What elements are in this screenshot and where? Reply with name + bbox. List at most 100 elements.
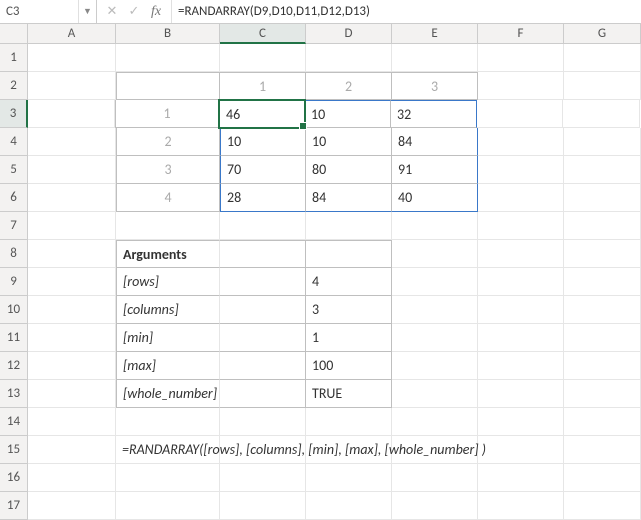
cell[interactable] bbox=[28, 324, 116, 352]
col-header-d[interactable]: D bbox=[306, 24, 392, 43]
cell[interactable]: 84 bbox=[392, 128, 478, 156]
table-row-header[interactable]: 2 bbox=[116, 128, 220, 156]
col-header-e[interactable]: E bbox=[392, 24, 478, 43]
fx-icon[interactable]: fx bbox=[145, 0, 167, 23]
cell[interactable] bbox=[306, 212, 392, 240]
cell[interactable]: 84 bbox=[306, 184, 392, 212]
cell[interactable] bbox=[220, 492, 306, 520]
cell[interactable] bbox=[564, 436, 641, 464]
cell[interactable] bbox=[392, 296, 478, 324]
cell[interactable] bbox=[28, 436, 116, 464]
col-header-f[interactable]: F bbox=[478, 24, 564, 43]
row-header[interactable]: 14 bbox=[0, 408, 28, 436]
cell[interactable]: 10 bbox=[305, 100, 391, 128]
cell[interactable]: 28 bbox=[220, 184, 306, 212]
name-box[interactable]: C3 bbox=[0, 0, 78, 23]
cell[interactable] bbox=[220, 296, 306, 324]
cell[interactable] bbox=[28, 156, 116, 184]
col-header-c[interactable]: C bbox=[220, 24, 306, 44]
cell[interactable] bbox=[116, 464, 220, 492]
cell[interactable] bbox=[564, 72, 641, 100]
cell[interactable] bbox=[392, 268, 478, 296]
cell[interactable] bbox=[220, 212, 306, 240]
table-col-header[interactable]: 2 bbox=[306, 72, 392, 100]
table-col-header[interactable]: 3 bbox=[392, 72, 478, 100]
cell[interactable] bbox=[28, 44, 116, 72]
row-header[interactable]: 8 bbox=[0, 240, 28, 268]
cell[interactable]: 10 bbox=[306, 128, 392, 156]
cell[interactable] bbox=[28, 268, 116, 296]
cell[interactable] bbox=[392, 44, 478, 72]
cell[interactable] bbox=[564, 184, 641, 212]
enter-icon[interactable]: ✓ bbox=[123, 0, 145, 23]
cell[interactable] bbox=[564, 268, 641, 296]
cell[interactable] bbox=[28, 492, 116, 520]
cell[interactable]: 40 bbox=[392, 184, 478, 212]
name-box-dropdown-icon[interactable]: ▼ bbox=[78, 0, 96, 23]
cell[interactable] bbox=[28, 212, 116, 240]
row-header[interactable]: 10 bbox=[0, 296, 28, 324]
cell[interactable] bbox=[477, 100, 563, 128]
row-header[interactable]: 13 bbox=[0, 380, 28, 408]
cell[interactable] bbox=[392, 324, 478, 352]
table-col-header[interactable]: 1 bbox=[220, 72, 306, 100]
cell[interactable] bbox=[564, 156, 641, 184]
cell[interactable] bbox=[27, 100, 115, 128]
cell[interactable]: 80 bbox=[306, 156, 392, 184]
table-row-header[interactable]: 3 bbox=[116, 156, 220, 184]
cell[interactable]: 10 bbox=[220, 128, 306, 156]
row-header[interactable]: 7 bbox=[0, 212, 28, 240]
cell[interactable] bbox=[306, 44, 392, 72]
cell[interactable]: 91 bbox=[392, 156, 478, 184]
cell[interactable] bbox=[478, 268, 564, 296]
cell[interactable]: 70 bbox=[220, 156, 306, 184]
cell[interactable] bbox=[28, 464, 116, 492]
cell[interactable] bbox=[220, 380, 306, 408]
arg-label[interactable]: [rows] bbox=[116, 268, 220, 296]
arg-value[interactable]: 1 bbox=[306, 324, 392, 352]
active-cell[interactable]: 46 bbox=[219, 100, 305, 128]
cell[interactable] bbox=[116, 408, 220, 436]
arg-value[interactable]: 4 bbox=[306, 268, 392, 296]
col-header-g[interactable]: G bbox=[564, 24, 641, 43]
table-row-header[interactable]: 1 bbox=[115, 100, 219, 128]
cell[interactable] bbox=[564, 492, 641, 520]
cell[interactable] bbox=[28, 72, 116, 100]
arg-label[interactable]: [columns] bbox=[116, 296, 220, 324]
arg-label[interactable]: [min] bbox=[116, 324, 220, 352]
row-header[interactable]: 4 bbox=[0, 128, 28, 156]
arg-value[interactable]: 3 bbox=[306, 296, 392, 324]
syntax-text[interactable]: =RANDARRAY([rows], [columns], [min], [ma… bbox=[116, 436, 220, 464]
select-all-corner[interactable] bbox=[0, 24, 28, 43]
cell[interactable] bbox=[564, 128, 641, 156]
cell[interactable] bbox=[220, 408, 306, 436]
formula-input[interactable]: =RANDARRAY(D9,D10,D11,D12,D13) bbox=[172, 0, 641, 23]
row-header[interactable]: 9 bbox=[0, 268, 28, 296]
cell[interactable] bbox=[392, 492, 478, 520]
arg-value[interactable]: TRUE bbox=[306, 380, 392, 408]
cell[interactable] bbox=[28, 184, 116, 212]
cell[interactable] bbox=[478, 44, 564, 72]
row-header[interactable]: 15 bbox=[0, 436, 28, 464]
cell[interactable] bbox=[220, 324, 306, 352]
cell[interactable] bbox=[116, 72, 220, 100]
cell[interactable] bbox=[564, 324, 641, 352]
cancel-icon[interactable]: ✕ bbox=[101, 0, 123, 23]
cell[interactable] bbox=[478, 128, 564, 156]
cell[interactable] bbox=[478, 464, 564, 492]
cell[interactable] bbox=[28, 296, 116, 324]
cell[interactable] bbox=[564, 44, 641, 72]
row-header[interactable]: 16 bbox=[0, 464, 28, 492]
cell[interactable] bbox=[478, 436, 564, 464]
arg-label[interactable]: [whole_number] bbox=[116, 380, 220, 408]
col-header-b[interactable]: B bbox=[116, 24, 220, 43]
cell[interactable] bbox=[478, 324, 564, 352]
col-header-a[interactable]: A bbox=[28, 24, 116, 43]
cell[interactable] bbox=[28, 380, 116, 408]
cell[interactable] bbox=[478, 296, 564, 324]
cell[interactable] bbox=[220, 464, 306, 492]
row-header[interactable]: 12 bbox=[0, 352, 28, 380]
cell[interactable] bbox=[392, 352, 478, 380]
cell[interactable] bbox=[28, 128, 116, 156]
cell[interactable] bbox=[564, 352, 641, 380]
